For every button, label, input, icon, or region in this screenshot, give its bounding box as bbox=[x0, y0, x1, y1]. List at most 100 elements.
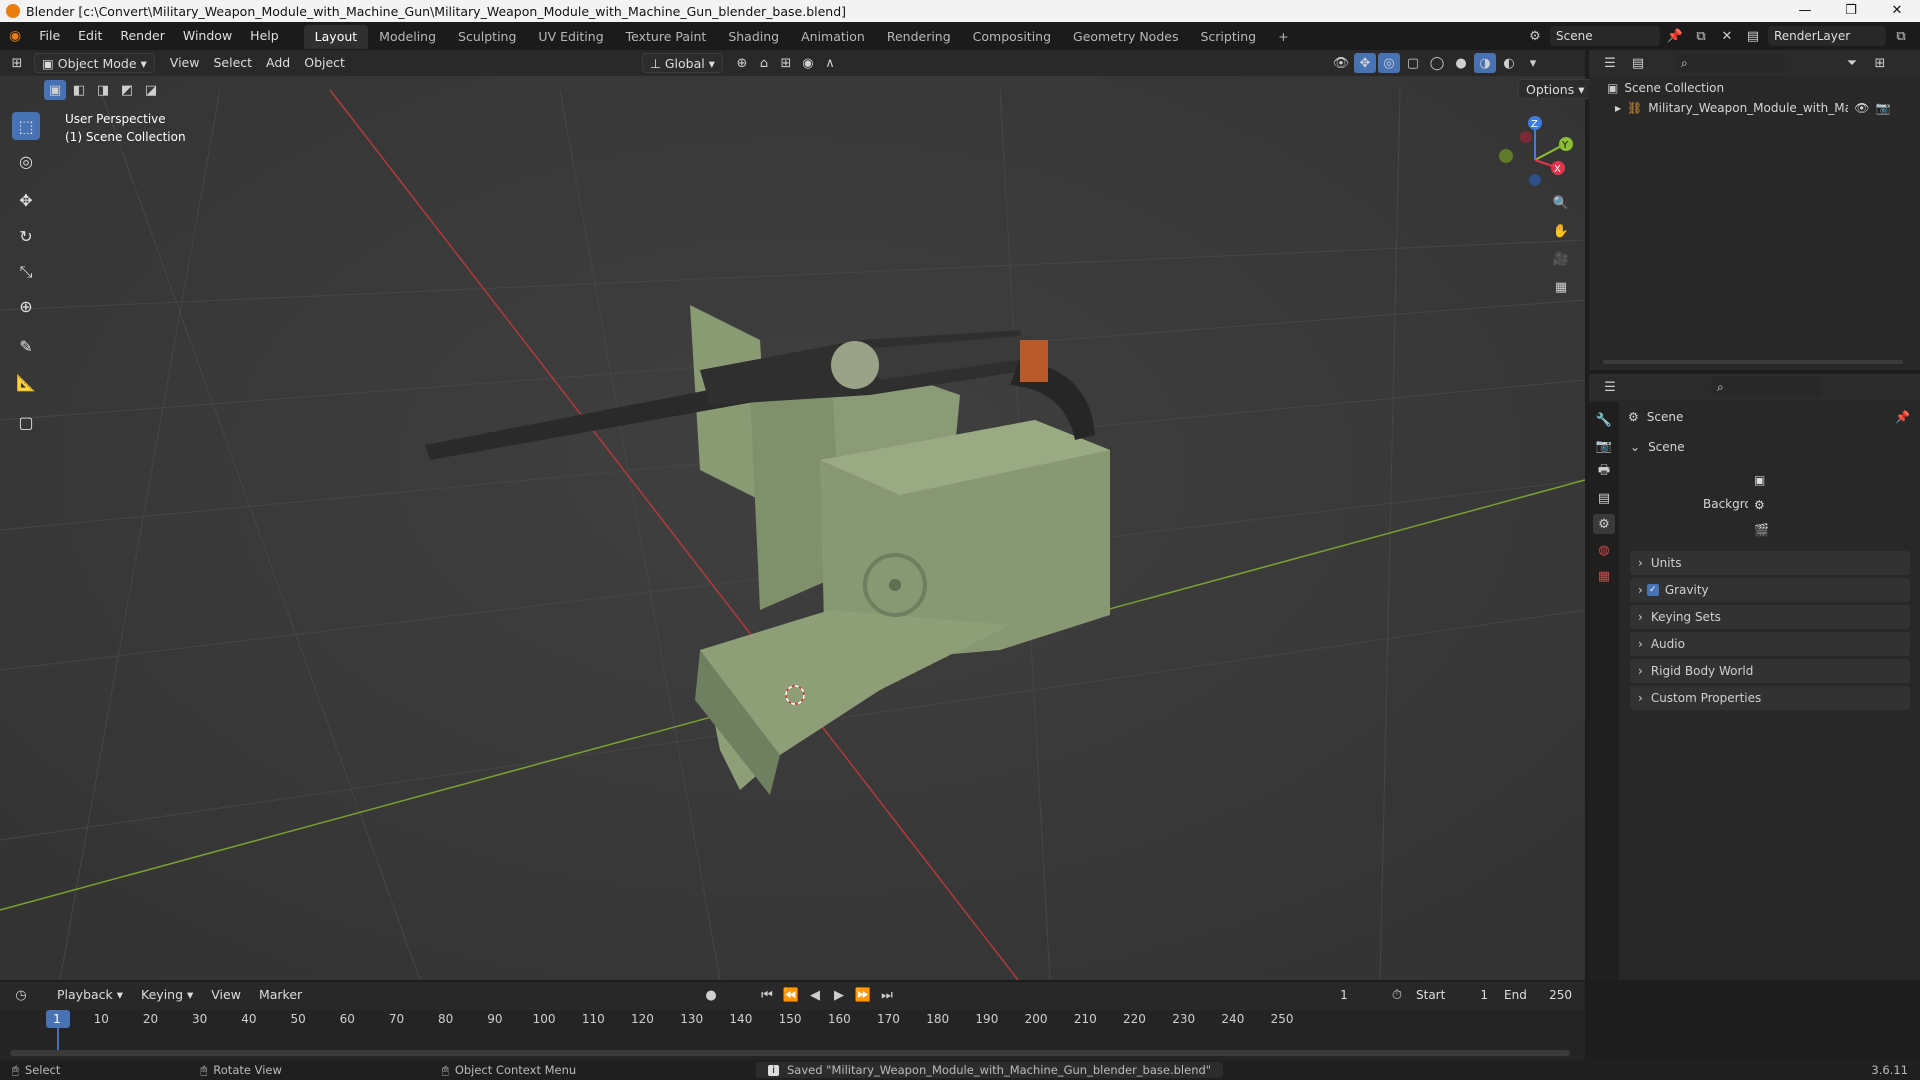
cursor-tool[interactable]: ◎ bbox=[12, 147, 40, 175]
jump-end-icon[interactable]: ⏭ bbox=[876, 985, 898, 1005]
active-clip-field[interactable]: 🎬 bbox=[1748, 520, 1902, 540]
zoom-icon[interactable]: 🔍 bbox=[1550, 193, 1572, 213]
new-collection-icon[interactable]: ⊞ bbox=[1869, 53, 1891, 73]
visibility-icon[interactable]: 👁 bbox=[1330, 53, 1352, 73]
panel-units[interactable]: › Units bbox=[1630, 551, 1910, 575]
navigation-gizmo[interactable]: Z Y X bbox=[1490, 110, 1580, 200]
play-reverse-icon[interactable]: ◀ bbox=[804, 985, 826, 1005]
current-frame-field[interactable]: 1 bbox=[1308, 985, 1380, 1005]
menu-marker[interactable]: Marker bbox=[252, 985, 309, 1005]
menu-object[interactable]: Object bbox=[297, 53, 352, 73]
overlay-toggle-icon[interactable]: ◎ bbox=[1378, 53, 1400, 73]
delete-renderlayer-icon[interactable]: ✕ bbox=[1916, 26, 1920, 46]
material-shading-icon[interactable]: ◑ bbox=[1474, 53, 1496, 73]
pivot-icon[interactable]: ⊕ bbox=[731, 53, 753, 73]
delete-scene-icon[interactable]: ✕ bbox=[1716, 26, 1738, 46]
outliner-search-input[interactable]: ⌕ bbox=[1675, 53, 1785, 73]
menu-help[interactable]: Help bbox=[241, 22, 288, 50]
measure-tool[interactable]: 📐 bbox=[12, 368, 40, 396]
background-scene-field[interactable]: ⚙ bbox=[1748, 495, 1902, 515]
snap-target-icon[interactable]: ⊞ bbox=[775, 53, 797, 73]
properties-pin-icon[interactable]: 📌 bbox=[1895, 410, 1910, 424]
menu-file[interactable]: File bbox=[30, 22, 69, 50]
panel-gravity[interactable]: › ✓ Gravity bbox=[1630, 578, 1910, 602]
add-workspace-button[interactable]: + bbox=[1267, 25, 1299, 49]
outliner-item-label[interactable]: Military_Weapon_Module_with_Machine bbox=[1648, 101, 1848, 115]
expand-chevron-icon[interactable]: ▸ bbox=[1615, 101, 1621, 115]
minimize-button[interactable]: — bbox=[1782, 0, 1828, 22]
menu-playback[interactable]: Playback ▾ bbox=[50, 985, 130, 1005]
tool-tab-icon[interactable]: 🔧 bbox=[1593, 410, 1615, 430]
scene-section-header[interactable]: ⌄ Scene bbox=[1630, 440, 1685, 454]
solid-shading-icon[interactable]: ● bbox=[1450, 53, 1472, 73]
pin-icon[interactable]: 📌 bbox=[1664, 26, 1686, 46]
jump-start-icon[interactable]: ⏮ bbox=[756, 985, 778, 1005]
world-tab-icon[interactable]: ◍ bbox=[1593, 540, 1615, 560]
tab-texture-paint[interactable]: Texture Paint bbox=[615, 25, 718, 49]
ortho-grid-icon[interactable]: ▦ bbox=[1550, 277, 1572, 297]
start-frame-field[interactable]: Start 1 bbox=[1410, 985, 1494, 1005]
annotate-tool[interactable]: ✎ bbox=[12, 332, 40, 360]
tab-modeling[interactable]: Modeling bbox=[368, 25, 447, 49]
move-tool[interactable]: ✥ bbox=[12, 186, 40, 214]
shading-options-icon[interactable]: ▾ bbox=[1522, 53, 1544, 73]
play-icon[interactable]: ▶ bbox=[828, 985, 850, 1005]
eye-icon[interactable]: 👁 bbox=[1854, 101, 1869, 115]
select-intersect-icon[interactable]: ◪ bbox=[140, 80, 162, 100]
menu-render[interactable]: Render bbox=[111, 22, 174, 50]
select-new-icon[interactable]: ▣ bbox=[44, 80, 66, 100]
gizmo-neg-z-icon[interactable] bbox=[1529, 174, 1541, 186]
timeline-scrollbar[interactable] bbox=[10, 1050, 1570, 1056]
mode-select[interactable]: ▣ Object Mode ▾ bbox=[34, 53, 155, 73]
close-button[interactable]: ✕ bbox=[1874, 0, 1920, 22]
texture-tab-icon[interactable]: ▦ bbox=[1593, 566, 1615, 586]
render-tab-icon[interactable]: 📷 bbox=[1593, 436, 1615, 456]
outliner-scrollbar[interactable] bbox=[1603, 360, 1903, 364]
camera-view-icon[interactable]: 🎥 bbox=[1550, 249, 1572, 269]
transform-tool[interactable]: ⊕ bbox=[12, 292, 40, 320]
maximize-button[interactable]: ❐ bbox=[1828, 0, 1874, 22]
gravity-checkbox[interactable]: ✓ bbox=[1646, 584, 1659, 596]
view-layer-tab-icon[interactable]: ▤ bbox=[1593, 488, 1615, 508]
outliner-root-label[interactable]: Scene Collection bbox=[1624, 81, 1724, 95]
proportional-edit-icon[interactable]: ◉ bbox=[797, 53, 819, 73]
gizmo-neg-x-icon[interactable] bbox=[1520, 131, 1532, 143]
filter-icon[interactable]: ⏷ bbox=[1841, 53, 1863, 73]
panel-audio[interactable]: › Audio bbox=[1630, 632, 1910, 656]
renderlayer-icon[interactable]: ▤ bbox=[1742, 26, 1764, 46]
stopwatch-icon[interactable]: ⏱ bbox=[1386, 985, 1408, 1005]
menu-timeline-view[interactable]: View bbox=[204, 985, 248, 1005]
properties-search-input[interactable]: ⌕ bbox=[1711, 377, 1821, 397]
select-invert-icon[interactable]: ◩ bbox=[116, 80, 138, 100]
3d-viewport[interactable] bbox=[0, 50, 1585, 980]
transform-orientation-select[interactable]: ⊥ Global ▾ bbox=[641, 53, 723, 73]
output-tab-icon[interactable]: 🖶 bbox=[1593, 462, 1615, 482]
menu-window[interactable]: Window bbox=[174, 22, 241, 50]
scale-tool[interactable]: ⤡ bbox=[12, 258, 40, 286]
tab-compositing[interactable]: Compositing bbox=[962, 25, 1062, 49]
new-scene-icon[interactable]: ⧉ bbox=[1690, 26, 1712, 46]
scene-icon[interactable]: ⚙ bbox=[1524, 26, 1546, 46]
xray-icon[interactable]: ▢ bbox=[1402, 53, 1424, 73]
gizmo-toggle-icon[interactable]: ✥ bbox=[1354, 53, 1376, 73]
add-cube-tool[interactable]: ▢ bbox=[12, 408, 40, 436]
tab-scripting[interactable]: Scripting bbox=[1189, 25, 1267, 49]
blender-menu-icon[interactable]: ◉ bbox=[0, 22, 30, 50]
camera-field[interactable]: ▣ bbox=[1748, 470, 1902, 490]
menu-keying[interactable]: Keying ▾ bbox=[134, 985, 200, 1005]
panel-keying-sets[interactable]: › Keying Sets bbox=[1630, 605, 1910, 629]
render-camera-icon[interactable]: 📷 bbox=[1876, 101, 1891, 115]
select-box-tool[interactable]: ⬚ bbox=[12, 112, 40, 140]
falloff-icon[interactable]: ∧ bbox=[819, 53, 841, 73]
gizmo-neg-y-icon[interactable] bbox=[1499, 149, 1513, 163]
menu-edit[interactable]: Edit bbox=[69, 22, 111, 50]
properties-editor-icon[interactable]: ☰ bbox=[1599, 377, 1621, 397]
rotate-tool[interactable]: ↻ bbox=[12, 222, 40, 250]
pan-hand-icon[interactable]: ✋ bbox=[1550, 221, 1572, 241]
select-subtract-icon[interactable]: ◨ bbox=[92, 80, 114, 100]
new-renderlayer-icon[interactable]: ⧉ bbox=[1890, 26, 1912, 46]
panel-rigid-body-world[interactable]: › Rigid Body World bbox=[1630, 659, 1910, 683]
select-extend-icon[interactable]: ◧ bbox=[68, 80, 90, 100]
renderlayer-field[interactable]: RenderLayer bbox=[1768, 26, 1886, 46]
menu-select[interactable]: Select bbox=[206, 53, 259, 73]
